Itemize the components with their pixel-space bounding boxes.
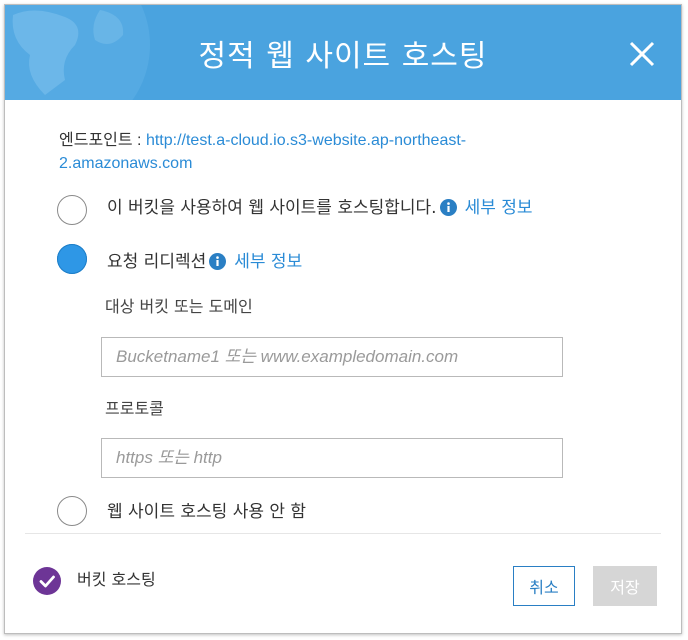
endpoint-row: 엔드포인트 : http://test.a-cloud.io.s3-websit… (59, 129, 559, 175)
target-bucket-input[interactable] (101, 337, 563, 377)
target-bucket-label: 대상 버킷 또는 도메인 (105, 297, 253, 316)
info-icon[interactable] (439, 199, 457, 216)
option-host-website: 이 버킷을 사용하여 웹 사이트를 호스팅합니다. 세부 정보 (107, 193, 533, 218)
dialog-header: 정적 웹 사이트 호스팅 (5, 5, 681, 100)
option-redirect-label: 요청 리디렉션 (107, 252, 207, 272)
cancel-button[interactable]: 취소 (513, 566, 575, 606)
save-button[interactable]: 저장 (593, 566, 657, 606)
bucket-hosting-check[interactable] (33, 567, 61, 595)
endpoint-label: 엔드포인트 : (59, 132, 142, 149)
protocol-input[interactable] (101, 438, 563, 478)
option-host-label: 이 버킷을 사용하여 웹 사이트를 호스팅합니다. (107, 198, 437, 218)
checkmark-icon (39, 575, 55, 588)
redirect-details-link[interactable]: 세부 정보 (234, 252, 302, 272)
static-website-hosting-dialog: 정적 웹 사이트 호스팅 엔드포인트 : http://test.a-cloud… (4, 4, 682, 634)
option-disable-hosting: 웹 사이트 호스팅 사용 안 함 (107, 502, 307, 522)
footer-divider (25, 533, 661, 534)
info-icon[interactable] (209, 253, 227, 270)
close-icon[interactable] (625, 37, 659, 71)
protocol-label: 프로토콜 (105, 399, 164, 418)
option-redirect-requests: 요청 리디렉션 세부 정보 (107, 247, 302, 272)
host-details-link[interactable]: 세부 정보 (465, 198, 533, 218)
radio-redirect-requests[interactable] (57, 244, 87, 274)
radio-disable-hosting[interactable] (57, 496, 87, 526)
bucket-hosting-label: 버킷 호스팅 (77, 570, 156, 589)
dialog-title: 정적 웹 사이트 호스팅 (198, 39, 488, 74)
radio-host-website[interactable] (57, 195, 87, 225)
